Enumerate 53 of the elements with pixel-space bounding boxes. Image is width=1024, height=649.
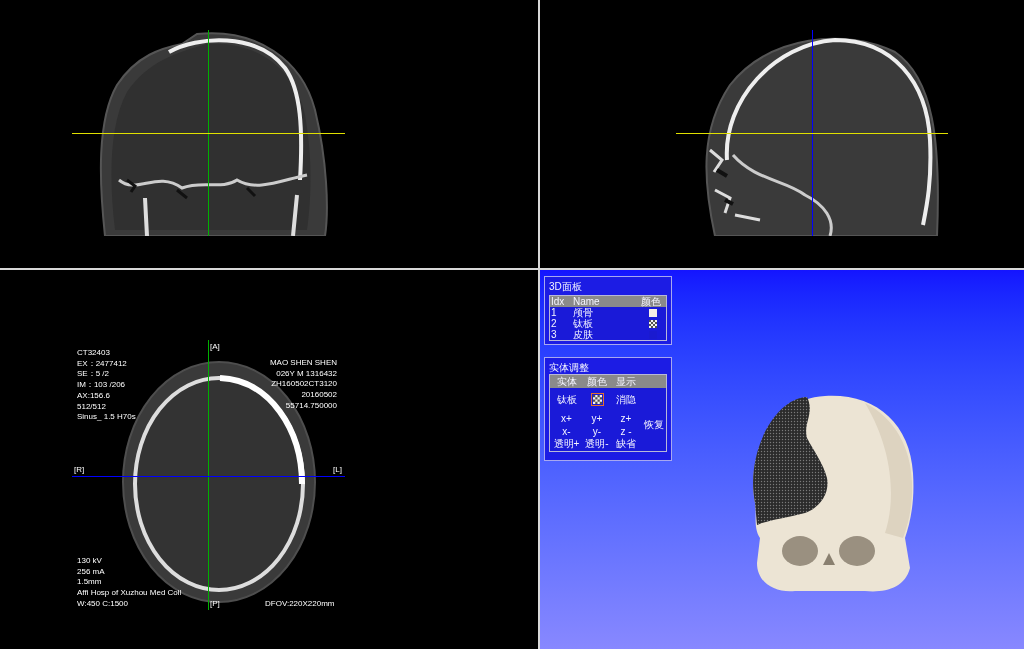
layer-index: 2 bbox=[550, 318, 558, 329]
scan-info-text: W:450 C:1500 bbox=[77, 598, 128, 610]
column-header: 显示 bbox=[616, 376, 636, 387]
adjust-button[interactable]: 透明+ bbox=[553, 437, 580, 449]
scan-info-text: Affi Hosp of Xuzhou Med Coll bbox=[77, 588, 182, 599]
scan-info-text: 512/512 bbox=[77, 401, 106, 413]
patient-info-text: MAO SHEN SHEN bbox=[269, 358, 337, 369]
adjust-button[interactable]: 透明- bbox=[585, 437, 609, 449]
orientation-label: [P] bbox=[210, 599, 220, 610]
adjust-button[interactable]: y+ bbox=[591, 412, 603, 424]
patient-info-text: 55714.750000 bbox=[285, 400, 337, 412]
layer-name[interactable]: 颅骨 bbox=[572, 307, 594, 318]
field-of-view-text: DFOV:220X220mm bbox=[265, 599, 335, 610]
reset-button[interactable]: 恢复 bbox=[643, 418, 664, 430]
layer-index: 3 bbox=[550, 329, 558, 340]
column-header: 实体 bbox=[556, 376, 577, 387]
axial-viewport[interactable] bbox=[0, 270, 538, 649]
adjust-button[interactable]: x+ bbox=[561, 412, 572, 424]
scan-info-text: AX:156.6 bbox=[77, 390, 110, 402]
column-header: 颜色 bbox=[640, 296, 662, 307]
patient-info-text: ZH160502CT3120 bbox=[271, 379, 337, 391]
adjust-button[interactable]: z+ bbox=[620, 412, 632, 424]
orientation-label: [L] bbox=[333, 465, 342, 476]
column-header: Idx bbox=[550, 296, 566, 307]
checker-swatch-icon[interactable] bbox=[590, 393, 604, 406]
column-header: 颜色 bbox=[587, 376, 607, 387]
adjust-button[interactable]: x- bbox=[562, 425, 571, 437]
scan-info-text: 256 mA bbox=[77, 566, 105, 578]
scan-info-text: EX：2477412 bbox=[77, 358, 127, 370]
layer-name[interactable]: 皮肤 bbox=[572, 329, 594, 340]
layer-index: 1 bbox=[550, 307, 558, 318]
scan-info-text: 130 kV bbox=[77, 556, 102, 567]
patient-info-text: 20160502 bbox=[301, 390, 337, 401]
scan-info-text: SE：5 /2 bbox=[77, 369, 109, 381]
panel-title: 3D面板 bbox=[549, 281, 582, 292]
hide-toggle-button[interactable]: 消隐 bbox=[616, 394, 636, 405]
column-header: Name bbox=[572, 296, 601, 307]
checker-swatch-icon bbox=[649, 319, 657, 328]
adjust-button[interactable]: z - bbox=[620, 425, 632, 437]
entity-name: 钛板 bbox=[556, 394, 577, 405]
3d-viewport[interactable]: 3D面板 Idx Name 颜色 1 颅骨 2 钛板 3 皮肤 实体调整 实体 颜色 显示 钛板 消隐 x+ y+ z+ x- y- z - 透明+ 透明- 缺省 恢复 bbox=[540, 270, 1024, 649]
sagittal-viewport[interactable] bbox=[540, 0, 1024, 268]
scan-info-text: Sinus_ 1.5 H70s bbox=[77, 412, 136, 423]
layer-name[interactable]: 钛板 bbox=[572, 318, 594, 329]
orientation-label: [A] bbox=[210, 342, 220, 353]
patient-info-text: 026Y M 1316432 bbox=[276, 368, 337, 380]
scan-info-text: IM：103 /206 bbox=[77, 380, 126, 391]
adjust-button[interactable]: 缺省 bbox=[616, 437, 636, 449]
adjust-button[interactable]: y- bbox=[592, 425, 602, 437]
scan-info-text: 1.5mm bbox=[77, 577, 102, 589]
orientation-label: [R] bbox=[74, 465, 85, 476]
panel-title: 实体调整 bbox=[549, 362, 589, 373]
scan-info-text: CT32403 bbox=[77, 348, 110, 359]
